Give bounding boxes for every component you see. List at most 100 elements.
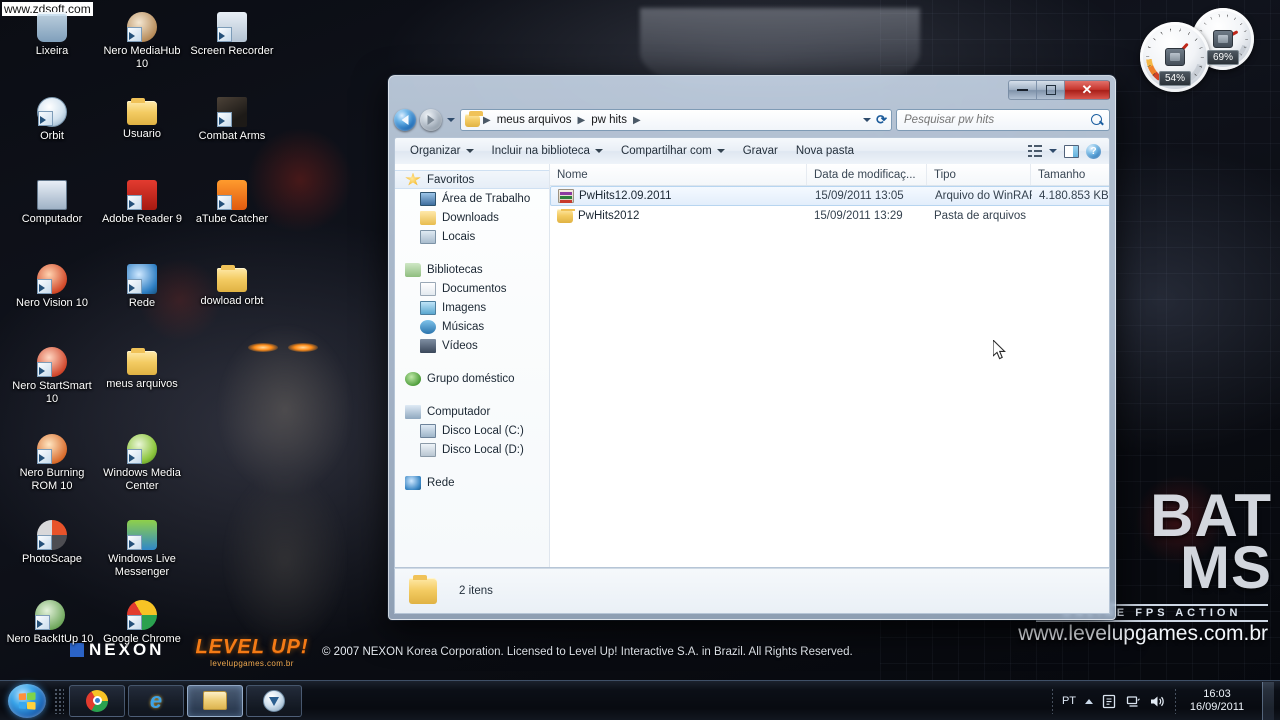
desktop-icon-label: Nero BackItUp 10 — [6, 633, 94, 645]
command-toolbar-right: ? — [1028, 143, 1103, 159]
burn-button[interactable]: Gravar — [734, 142, 787, 160]
show-hidden-icons-button[interactable] — [1085, 698, 1093, 704]
column-name[interactable]: Nome — [550, 164, 807, 185]
desktop[interactable]: www.zdsoft.com BAT MS ONLINE FPS ACTION … — [0, 0, 1280, 720]
search-input[interactable] — [902, 113, 1091, 127]
nav-item-m-sicas[interactable]: Músicas — [395, 317, 549, 336]
desktop-icon-windows-live-messenger[interactable]: Windows Live Messenger — [96, 518, 188, 578]
change-view-button[interactable] — [1028, 145, 1042, 157]
desktop-icon-label: Google Chrome — [103, 633, 181, 645]
address-history-chevron-icon[interactable] — [863, 118, 872, 122]
organize-button[interactable]: Organizar — [401, 142, 483, 160]
address-breadcrumb-bar[interactable]: ▶ meus arquivos ▶ pw hits ▶ ⟳ — [460, 109, 892, 131]
desktop-icon-nero-backitup-10[interactable]: Nero BackItUp 10 — [4, 598, 96, 646]
desktop-icon-dowload-orbt[interactable]: dowload orbt — [186, 262, 278, 308]
taskbar-google-chrome[interactable] — [69, 684, 125, 717]
desktop-icon-screen-recorder[interactable]: Screen Recorder — [186, 10, 278, 58]
network-icon[interactable] — [1126, 694, 1141, 709]
folder-icon — [203, 691, 227, 710]
back-button[interactable] — [394, 109, 416, 131]
forward-button[interactable] — [420, 109, 442, 131]
nav-item-rede[interactable]: Rede — [395, 473, 549, 492]
desktop-icon-label: Computador — [21, 213, 83, 225]
nero-burning-icon — [37, 434, 67, 464]
desktop-icon-usuario[interactable]: Usuario — [96, 95, 188, 141]
nav-item-disco-local-(d-)[interactable]: Disco Local (D:) — [395, 440, 549, 459]
nav-item-favoritos[interactable]: Favoritos — [395, 170, 549, 189]
nav-item-downloads[interactable]: Downloads — [395, 208, 549, 227]
new-folder-button[interactable]: Nova pasta — [787, 142, 863, 160]
preview-pane-button[interactable] — [1064, 144, 1079, 158]
desktop-icon-lixeira[interactable]: Lixeira — [6, 10, 98, 58]
table-row[interactable]: PwHits2012 15/09/2011 13:29 Pasta de arqui… — [550, 206, 1109, 226]
action-center-icon[interactable] — [1102, 694, 1117, 709]
cpu-meter-readout: 54% — [1158, 71, 1192, 87]
nav-item-bibliotecas[interactable]: Bibliotecas — [395, 260, 549, 279]
show-desktop-button[interactable] — [1262, 682, 1274, 720]
desktop-icon-label: Rede — [128, 297, 156, 309]
window-body: Favoritos Área de Trabalho Downloads Locais… — [394, 164, 1110, 568]
desktop-icon-label: aTube Catcher — [195, 213, 269, 225]
nav-item-documentos[interactable]: Documentos — [395, 279, 549, 298]
taskbar-internet-explorer[interactable]: e — [128, 684, 184, 717]
desktop-icon-atube-catcher[interactable]: aTube Catcher — [186, 178, 278, 226]
start-button[interactable] — [8, 683, 46, 718]
breadcrumb-separator-2: ▶ — [633, 114, 641, 126]
column-type[interactable]: Tipo — [927, 164, 1031, 185]
nav-item-v-deos[interactable]: Vídeos — [395, 336, 549, 355]
refresh-button[interactable]: ⟳ — [876, 112, 887, 128]
taskbar-windows-explorer[interactable] — [187, 684, 243, 717]
column-date-modified[interactable]: Data de modificaç... — [807, 164, 927, 185]
breadcrumb-segment-pw-hits[interactable]: pw hits — [588, 113, 630, 127]
desktop-icon-windows-media-center[interactable]: Windows Media Center — [96, 432, 188, 492]
desktop-icon-google-chrome[interactable]: Google Chrome — [96, 598, 188, 646]
desktop-icon-rede[interactable]: Rede — [96, 262, 188, 310]
windows-explorer-window[interactable]: ✕ ▶ meus arquivos ▶ pw hits ▶ ⟳ Pesquisa… — [388, 75, 1116, 620]
table-row[interactable]: PwHits12.09.2011 15/09/2011 13:05 Arquivo … — [550, 186, 1109, 206]
nav-group: Favoritos Área de Trabalho Downloads Locais — [395, 170, 549, 246]
desktop-icon-nero-startsmart-10[interactable]: Nero StartSmart 10 — [6, 345, 98, 405]
desktop-icon-nero-mediahub-10[interactable]: Nero MediaHub 10 — [96, 10, 188, 70]
column-headers: Nome Data de modificaç... Tipo Tamanho — [550, 164, 1109, 186]
language-indicator[interactable]: PT — [1062, 695, 1076, 707]
window-controls: ✕ — [1008, 80, 1110, 100]
breadcrumb-segment-meus-arquivos[interactable]: meus arquivos — [494, 113, 575, 127]
include-in-library-button[interactable]: Incluir na biblioteca — [483, 142, 612, 160]
taskbar-orbit-downloader[interactable] — [246, 684, 302, 717]
nav-item-imagens[interactable]: Imagens — [395, 298, 549, 317]
column-size[interactable]: Tamanho — [1031, 164, 1109, 185]
help-button[interactable]: ? — [1086, 143, 1101, 159]
navigation-pane[interactable]: Favoritos Área de Trabalho Downloads Locais… — [395, 164, 550, 567]
minimize-button[interactable] — [1008, 80, 1036, 100]
desktop-icon-combat-arms[interactable]: Combat Arms — [186, 95, 278, 143]
star-icon — [405, 172, 421, 186]
cpu-meter-gadget[interactable]: 54% — [1140, 22, 1210, 92]
nav-item-computador[interactable]: Computador — [395, 402, 549, 421]
nav-item-disco-local-(c-)[interactable]: Disco Local (C:) — [395, 421, 549, 440]
desktop-icon-orbit[interactable]: Orbit — [6, 95, 98, 143]
window-titlebar[interactable]: ✕ — [394, 80, 1110, 107]
search-box[interactable] — [896, 109, 1110, 131]
close-button[interactable]: ✕ — [1064, 80, 1110, 100]
nero-backitup-icon — [35, 600, 65, 630]
desktop-icon-photoscape[interactable]: PhotoScape — [6, 518, 98, 566]
desktop-icon-computador[interactable]: Computador — [6, 178, 98, 226]
change-view-chevron-icon[interactable] — [1049, 149, 1057, 153]
taskbar-grip[interactable] — [54, 687, 64, 714]
desktop-icon-adobe-reader-9[interactable]: Adobe Reader 9 — [96, 178, 188, 226]
desktop-icon-nero-vision-10[interactable]: Nero Vision 10 — [6, 262, 98, 310]
nav-group: Computador Disco Local (C:) Disco Local (D… — [395, 402, 549, 459]
nav-item-grupo-dom-stico[interactable]: Grupo doméstico — [395, 369, 549, 388]
desktop-icon-meus-arquivos[interactable]: meus arquivos — [96, 345, 188, 391]
share-with-button[interactable]: Compartilhar com — [612, 142, 734, 160]
desktop-icon-nero-burning-rom-10[interactable]: Nero Burning ROM 10 — [6, 432, 98, 492]
nav-item-locais[interactable]: Locais — [395, 227, 549, 246]
taskbar[interactable]: e PT 16:03 16/09/2011 — [0, 680, 1280, 720]
nav-item--rea-de-trabalho[interactable]: Área de Trabalho — [395, 189, 549, 208]
maximize-button[interactable] — [1036, 80, 1064, 100]
volume-icon[interactable] — [1150, 694, 1166, 709]
recent-pages-button[interactable] — [446, 109, 456, 131]
file-list-view[interactable]: Nome Data de modificaç... Tipo Tamanho PwHi… — [550, 164, 1109, 567]
clock[interactable]: 16:03 16/09/2011 — [1185, 688, 1249, 714]
chevron-down-icon — [716, 149, 725, 153]
